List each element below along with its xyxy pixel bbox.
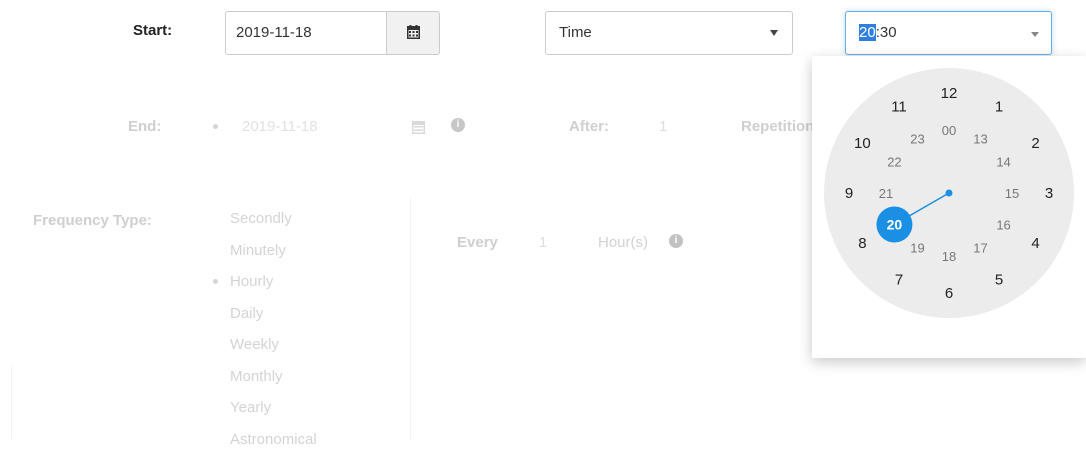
clock-hour-12[interactable]: 12 [941, 85, 958, 102]
type-select-value: Time [559, 24, 592, 41]
end-date-input[interactable]: 2019-11-18 [242, 118, 318, 135]
frequency-option-hourly[interactable]: Hourly [230, 266, 317, 298]
clock-face[interactable]: 121234567891011001314151617181920212223 [812, 56, 1086, 358]
clock-hour-20[interactable]: 20 [887, 217, 903, 233]
frequency-option-weekly[interactable]: Weekly [230, 329, 317, 361]
every-label: Every [457, 234, 498, 251]
frequency-option-monthly[interactable]: Monthly [230, 361, 317, 393]
info-icon[interactable]: i [451, 118, 465, 132]
clock-hour-10[interactable]: 10 [854, 135, 871, 152]
clock-hour-23[interactable]: 23 [910, 131, 924, 146]
every-input[interactable]: 1 [539, 234, 547, 251]
frequency-option-astronomical[interactable]: Astronomical [230, 424, 317, 455]
clock-hour-16[interactable]: 16 [996, 218, 1010, 233]
frequency-option-yearly[interactable]: Yearly [230, 392, 317, 424]
clock-picker-popover: 121234567891011001314151617181920212223 [812, 56, 1086, 358]
chevron-down-icon[interactable] [1031, 32, 1039, 37]
frequency-options: Secondly Minutely Hourly Daily Weekly Mo… [230, 203, 317, 455]
clock-hour-5[interactable]: 5 [995, 272, 1003, 289]
calendar-icon[interactable] [412, 120, 425, 134]
clock-hour-13[interactable]: 13 [973, 131, 987, 146]
clock-hour-18[interactable]: 18 [942, 249, 956, 264]
clock-hour-9[interactable]: 9 [845, 185, 853, 202]
clock-hour-2[interactable]: 2 [1031, 135, 1039, 152]
clock-hour-15[interactable]: 15 [1005, 186, 1019, 201]
clock-hour-22[interactable]: 22 [887, 155, 901, 170]
clock-hour-6[interactable]: 6 [945, 285, 953, 302]
clock-hour-11[interactable]: 11 [891, 98, 907, 115]
clock-hour-17[interactable]: 17 [973, 241, 987, 256]
calendar-icon [407, 25, 420, 39]
frequency-option-label: Hourly [230, 273, 273, 290]
frequency-option-daily[interactable]: Daily [230, 298, 317, 330]
unit-label: Hour(s) [598, 234, 648, 251]
clock-hour-19[interactable]: 19 [910, 241, 924, 256]
after-label: After: [569, 118, 609, 135]
clock-hour-21[interactable]: 21 [879, 186, 893, 201]
clock-hour-1[interactable]: 1 [995, 98, 1003, 115]
repetitions-label: Repetitions [741, 118, 815, 135]
type-select[interactable]: Time [545, 11, 793, 55]
end-radio[interactable] [213, 124, 218, 129]
divider [11, 365, 12, 439]
frequency-option-minutely[interactable]: Minutely [230, 235, 317, 267]
info-icon[interactable]: i [669, 234, 683, 248]
clock-hour-14[interactable]: 14 [996, 155, 1010, 170]
radio-selected [213, 279, 218, 284]
clock-hour-00[interactable]: 00 [942, 123, 956, 138]
caret-down-icon [770, 30, 778, 36]
clock-hour-8[interactable]: 8 [858, 235, 866, 252]
time-minutes: :30 [876, 24, 897, 41]
start-label: Start: [133, 22, 172, 39]
calendar-button[interactable] [387, 11, 440, 55]
time-input[interactable]: 20:30 [845, 11, 1052, 55]
clock-hour-7[interactable]: 7 [895, 272, 903, 289]
frequency-type-label: Frequency Type: [33, 212, 152, 229]
time-hour-selection: 20 [859, 24, 876, 41]
divider [410, 198, 411, 439]
start-date-input[interactable]: 2019-11-18 [225, 11, 387, 55]
clock-center-dot [946, 190, 953, 197]
clock-hour-3[interactable]: 3 [1045, 185, 1053, 202]
frequency-option-secondly[interactable]: Secondly [230, 203, 317, 235]
after-input[interactable]: 1 [659, 118, 667, 135]
end-label: End: [128, 118, 161, 135]
clock-hour-4[interactable]: 4 [1031, 235, 1039, 252]
